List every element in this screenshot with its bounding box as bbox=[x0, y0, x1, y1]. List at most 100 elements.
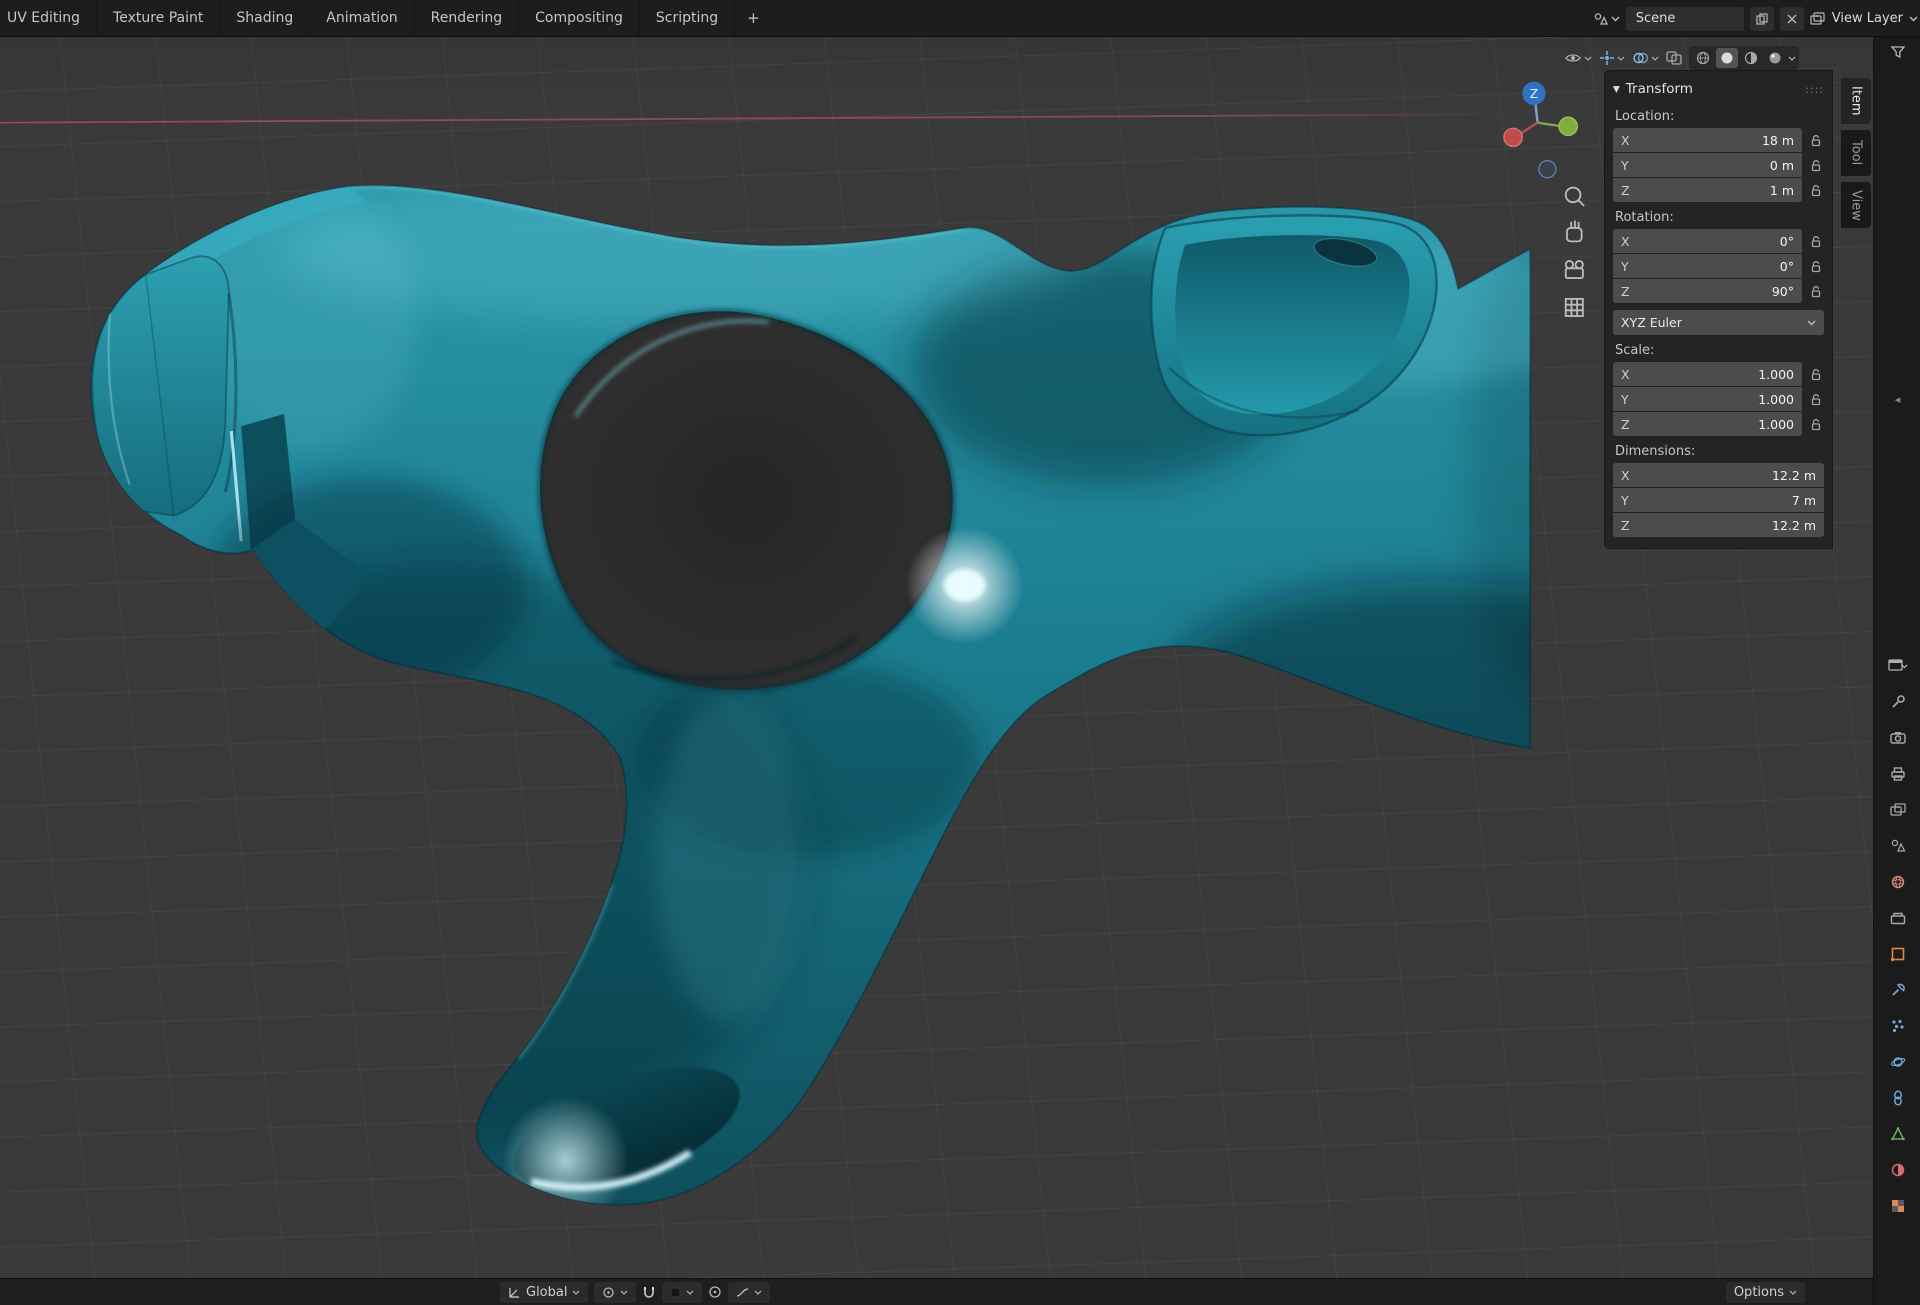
dimensions-x-row: X 12.2 m bbox=[1613, 463, 1824, 487]
rotation-label: Rotation: bbox=[1615, 210, 1822, 225]
lock-icon[interactable] bbox=[1808, 134, 1824, 147]
overlays-dropdown[interactable] bbox=[1632, 51, 1659, 65]
options-dropdown[interactable]: Options bbox=[1726, 1282, 1805, 1303]
falloff-curve-icon bbox=[736, 1287, 749, 1298]
gizmo-y-axis[interactable] bbox=[1559, 117, 1577, 135]
properties-tab-constraints-icon[interactable] bbox=[1886, 1087, 1910, 1109]
object-visibility-dropdown[interactable] bbox=[1564, 51, 1592, 65]
chevron-down-icon bbox=[1909, 16, 1918, 22]
workspace-tab-compositing[interactable]: Compositing bbox=[519, 0, 640, 36]
transform-orientation-dropdown[interactable]: Global bbox=[500, 1282, 588, 1303]
orthographic-grid-icon[interactable] bbox=[1566, 299, 1583, 316]
add-workspace-button[interactable]: + bbox=[735, 0, 772, 36]
sidebar-tab-view[interactable]: View bbox=[1841, 182, 1871, 228]
dimensions-z-field[interactable]: Z 12.2 m bbox=[1613, 513, 1824, 537]
view-layer-name-field[interactable]: View Layer bbox=[1832, 11, 1903, 26]
lock-icon[interactable] bbox=[1808, 393, 1824, 406]
rotation-z-field[interactable]: Z 90° bbox=[1613, 279, 1802, 303]
properties-tab-particles-icon[interactable] bbox=[1886, 1015, 1910, 1037]
location-y-field[interactable]: Y 0 m bbox=[1613, 153, 1802, 177]
properties-tab-world-icon[interactable] bbox=[1886, 871, 1910, 893]
location-x-field[interactable]: X 18 m bbox=[1613, 128, 1802, 152]
pan-hand-icon[interactable] bbox=[1567, 221, 1582, 242]
scale-z-field[interactable]: Z 1.000 bbox=[1613, 412, 1802, 436]
properties-tab-scene-icon[interactable] bbox=[1886, 835, 1910, 857]
gizmos-dropdown[interactable] bbox=[1599, 50, 1625, 66]
workspace-tab-shading[interactable]: Shading bbox=[220, 0, 310, 36]
properties-tab-texture-icon[interactable] bbox=[1886, 1195, 1910, 1217]
topbar-right: Scene View Layer bbox=[1593, 0, 1918, 37]
dimensions-y-field[interactable]: Y 7 m bbox=[1613, 488, 1824, 512]
shading-solid-icon[interactable] bbox=[1716, 48, 1738, 68]
lock-icon[interactable] bbox=[1808, 418, 1824, 431]
properties-tab-output-icon[interactable] bbox=[1886, 763, 1910, 785]
viewport-canvas[interactable]: Z bbox=[0, 37, 1873, 1278]
sidebar-tab-item[interactable]: Item bbox=[1841, 78, 1871, 124]
properties-editor-type-icon[interactable] bbox=[1886, 655, 1910, 677]
rotation-mode-dropdown[interactable]: XYZ Euler bbox=[1613, 310, 1824, 335]
scene-copy-button[interactable] bbox=[1750, 7, 1774, 31]
footer-left-cluster: Global bbox=[500, 1282, 770, 1303]
rotation-fields: X 0° Y 0° Z 90° bbox=[1613, 229, 1824, 303]
dimensions-x-field[interactable]: X 12.2 m bbox=[1613, 463, 1824, 487]
properties-editor-strip: ◂ bbox=[1873, 37, 1920, 1305]
chevron-down-icon bbox=[620, 1290, 628, 1295]
properties-tab-view-layer-icon[interactable] bbox=[1886, 799, 1910, 821]
transform-panel-header[interactable]: ▾ Transform :::: bbox=[1613, 77, 1824, 101]
lock-icon[interactable] bbox=[1808, 260, 1824, 273]
properties-tab-render-icon[interactable] bbox=[1886, 727, 1910, 749]
properties-tab-physics-icon[interactable] bbox=[1886, 1051, 1910, 1073]
region-collapse-icon[interactable]: ◂ bbox=[1874, 393, 1920, 406]
lock-icon[interactable] bbox=[1808, 368, 1824, 381]
location-x-row: X 18 m bbox=[1613, 128, 1824, 152]
scale-label: Scale: bbox=[1615, 343, 1822, 358]
gizmo-negative-z-axis[interactable] bbox=[1539, 161, 1556, 178]
workspace-tab-uv-editing[interactable]: UV Editing bbox=[0, 0, 97, 36]
scene-unlink-button[interactable] bbox=[1780, 7, 1804, 31]
properties-tab-object-data-icon[interactable] bbox=[1886, 1123, 1910, 1145]
workspace-tab-scripting[interactable]: Scripting bbox=[640, 0, 735, 36]
viewport-3d[interactable]: Z bbox=[0, 37, 1873, 1278]
camera-view-icon[interactable] bbox=[1566, 261, 1583, 278]
proportional-falloff-dropdown[interactable] bbox=[728, 1282, 770, 1303]
scale-y-field[interactable]: Y 1.000 bbox=[1613, 387, 1802, 411]
workspace-tab-rendering[interactable]: Rendering bbox=[415, 0, 520, 36]
chevron-down-icon bbox=[1789, 1290, 1797, 1295]
lock-icon[interactable] bbox=[1808, 285, 1824, 298]
chevron-down-icon bbox=[1617, 56, 1625, 61]
xray-toggle-icon[interactable] bbox=[1666, 51, 1682, 65]
gizmo-x-axis[interactable] bbox=[1504, 128, 1522, 146]
shading-rendered-icon[interactable] bbox=[1764, 48, 1786, 68]
panel-grip-icon[interactable]: :::: bbox=[1805, 83, 1824, 96]
mesh-object[interactable] bbox=[73, 178, 1701, 1224]
rotation-y-field[interactable]: Y 0° bbox=[1613, 254, 1802, 278]
properties-tab-tool-icon[interactable] bbox=[1886, 691, 1910, 713]
outliner-filter-icon[interactable] bbox=[1890, 45, 1906, 59]
lock-icon[interactable] bbox=[1808, 159, 1824, 172]
workspace-tab-texture-paint[interactable]: Texture Paint bbox=[97, 0, 220, 36]
scene-name-field[interactable]: Scene bbox=[1626, 7, 1744, 31]
pivot-point-dropdown[interactable] bbox=[594, 1282, 636, 1303]
properties-tab-modifiers-icon[interactable] bbox=[1886, 979, 1910, 1001]
sidebar-transform-panel: ▾ Transform :::: Location: X 18 m Y 0 m bbox=[1604, 70, 1833, 549]
snap-magnet-icon[interactable] bbox=[642, 1285, 656, 1299]
rotation-x-field[interactable]: X 0° bbox=[1613, 229, 1802, 253]
shading-material-icon[interactable] bbox=[1740, 48, 1762, 68]
location-z-field[interactable]: Z 1 m bbox=[1613, 178, 1802, 202]
workspace-tab-animation[interactable]: Animation bbox=[310, 0, 414, 36]
scene-browse-button[interactable] bbox=[1593, 12, 1620, 26]
shading-wireframe-icon[interactable] bbox=[1692, 48, 1714, 68]
zoom-tool-icon[interactable] bbox=[1566, 188, 1584, 206]
workspace-tabs: UV Editing Texture Paint Shading Animati… bbox=[0, 0, 735, 36]
sidebar-tab-tool[interactable]: Tool bbox=[1841, 130, 1871, 176]
properties-tab-object-icon[interactable] bbox=[1886, 943, 1910, 965]
lock-icon[interactable] bbox=[1808, 235, 1824, 248]
scale-x-field[interactable]: X 1.000 bbox=[1613, 362, 1802, 386]
proportional-editing-icon[interactable] bbox=[708, 1285, 722, 1299]
lock-icon[interactable] bbox=[1808, 184, 1824, 197]
properties-tab-collection-icon[interactable] bbox=[1886, 907, 1910, 929]
navigation-gizmo[interactable]: Z bbox=[1504, 82, 1577, 178]
scale-x-row: X 1.000 bbox=[1613, 362, 1824, 386]
snap-settings-dropdown[interactable] bbox=[662, 1282, 702, 1303]
properties-tab-material-icon[interactable] bbox=[1886, 1159, 1910, 1181]
